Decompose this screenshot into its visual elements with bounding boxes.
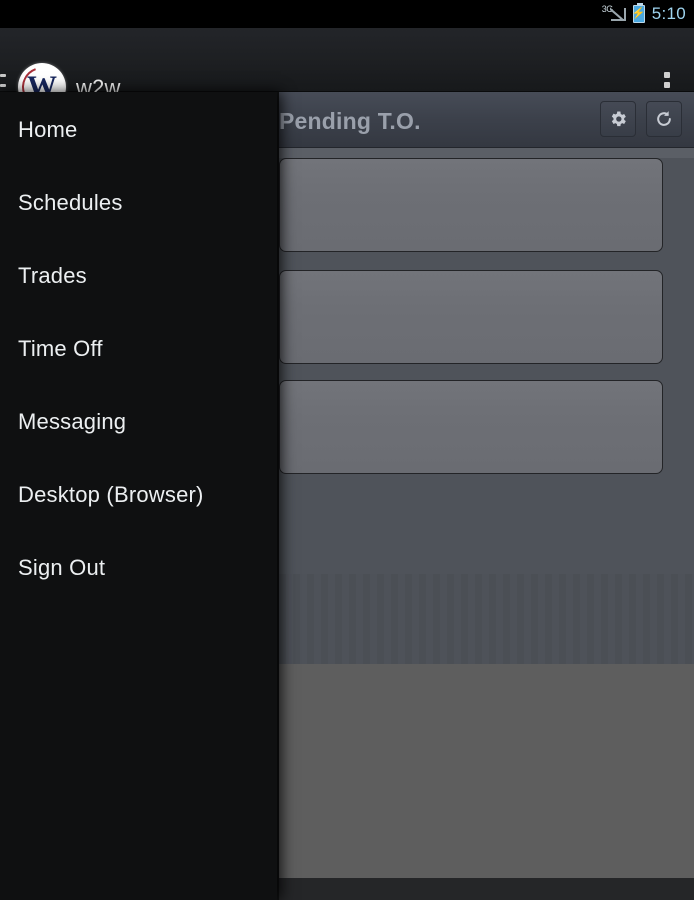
charging-bolt-icon: ⚡ [631, 7, 646, 20]
refresh-icon [654, 109, 674, 129]
sidebar-item-label: Desktop (Browser) [18, 482, 204, 507]
list-item[interactable] [279, 158, 663, 252]
signal-diagonal-icon [610, 7, 626, 21]
status-icons: 3G ⚡ 5:10 [602, 3, 686, 24]
battery-charging-icon: ⚡ [631, 3, 646, 23]
status-bar: 3G ⚡ 5:10 [0, 0, 694, 28]
signal-3g-icon: 3G [602, 4, 626, 23]
sidebar-item-trades[interactable]: Trades [18, 256, 87, 296]
list-top-divider [279, 148, 694, 158]
sidebar-item-label: Home [18, 117, 78, 142]
pending-timeoff-list [279, 158, 694, 574]
sidebar-item-label: Trades [18, 263, 87, 288]
sidebar-item-label: Time Off [18, 336, 103, 361]
sidebar-item-label: Schedules [18, 190, 123, 215]
sidebar-item-schedules[interactable]: Schedules [18, 183, 123, 223]
refresh-button[interactable] [646, 101, 682, 137]
secondary-panel [279, 574, 694, 664]
sidebar-item-sign-out[interactable]: Sign Out [18, 548, 105, 588]
phone-screen: 3G ⚡ 5:10 W w2w Pending T.O. Home Schedu… [0, 0, 694, 900]
sidebar-item-home[interactable]: Home [18, 110, 78, 150]
footer-panel [279, 878, 694, 900]
empty-panel [279, 664, 694, 878]
sidebar-item-label: Sign Out [18, 555, 106, 580]
sidebar-item-messaging[interactable]: Messaging [18, 402, 126, 442]
list-item[interactable] [279, 270, 663, 364]
navigation-drawer: Home Schedules Trades Time Off Messaging… [0, 92, 277, 900]
status-clock: 5:10 [651, 4, 686, 23]
list-item[interactable] [279, 380, 663, 474]
action-bar: W w2w [0, 28, 694, 111]
sidebar-item-desktop[interactable]: Desktop (Browser) [18, 475, 204, 515]
sidebar-item-time-off[interactable]: Time Off [18, 329, 103, 369]
sidebar-item-label: Messaging [18, 409, 127, 434]
settings-button[interactable] [600, 101, 636, 137]
page-title: Pending T.O. [279, 108, 421, 134]
gear-icon [608, 109, 628, 129]
